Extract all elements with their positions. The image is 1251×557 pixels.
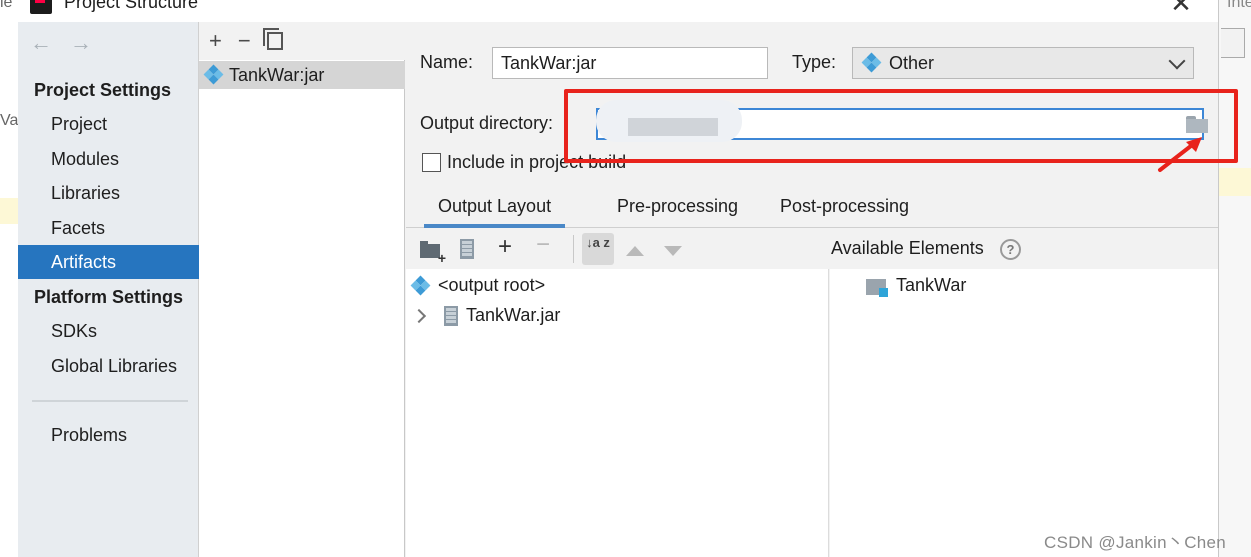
- platform-settings-heading: Platform Settings: [34, 287, 184, 307]
- tab-post-processing[interactable]: Post-processing: [766, 196, 923, 228]
- nav-item-facets[interactable]: Facets: [18, 211, 199, 245]
- artifacts-toolbar: + −: [199, 22, 405, 60]
- available-item-module[interactable]: TankWar: [866, 275, 967, 297]
- artifact-list-item[interactable]: TankWar:jar: [199, 61, 405, 89]
- name-label: Name:: [420, 52, 474, 72]
- nav-item-artifacts[interactable]: Artifacts: [18, 245, 199, 279]
- chevron-down-icon: [1168, 52, 1186, 70]
- output-root-icon: [410, 275, 431, 295]
- nav-item-modules[interactable]: Modules: [18, 142, 199, 176]
- artifact-item-label: TankWar:jar: [229, 64, 325, 85]
- available-item-label: TankWar: [896, 275, 967, 295]
- artifact-icon: [203, 64, 224, 85]
- tab-pre-processing[interactable]: Pre-processing: [603, 196, 752, 228]
- tree-item-label: <output root>: [438, 275, 546, 295]
- include-in-build-label: Include in project build: [447, 152, 627, 172]
- annotation-arrow-icon: [1158, 137, 1202, 172]
- type-label: Type:: [792, 52, 837, 72]
- bg-fragment-text: Inte: [1227, 0, 1251, 11]
- available-elements-tree: TankWar: [830, 269, 1218, 557]
- add-copy-of-icon[interactable]: +: [498, 233, 512, 261]
- output-layout-tree: <output root> TankWar.jar: [406, 269, 829, 557]
- background-ide-left: le Va: [0, 0, 18, 557]
- artifact-settings-panel: Name: Type: Other Output directory: Incl…: [406, 22, 1238, 557]
- browse-folder-icon[interactable]: [1186, 116, 1210, 134]
- nav-item-global-libraries[interactable]: Global Libraries: [18, 349, 199, 383]
- artifact-type-icon: [861, 52, 882, 73]
- tree-item-jar[interactable]: TankWar.jar: [411, 305, 561, 326]
- module-folder-icon: [866, 277, 888, 297]
- move-down-icon[interactable]: [664, 246, 682, 256]
- artifacts-list-panel: + − TankWar:jar: [199, 22, 405, 557]
- bg-fragment-text: le: [0, 0, 13, 11]
- toolbar-separator: [573, 235, 574, 263]
- nav-item-problems[interactable]: Problems: [18, 418, 199, 452]
- bg-combo-fragment: [1221, 28, 1245, 58]
- remove-artifact-icon[interactable]: −: [238, 28, 251, 54]
- watermark: CSDN @Jankin丶Chen: [1044, 533, 1227, 552]
- forward-arrow-icon[interactable]: →: [70, 30, 92, 56]
- jar-archive-icon: [444, 305, 458, 326]
- redacted-path-blur: [596, 100, 742, 142]
- intellij-app-icon: [30, 0, 52, 14]
- bg-fragment-text: Va: [0, 112, 19, 129]
- sort-elements-icon[interactable]: ↓a z: [582, 233, 614, 265]
- close-button[interactable]: ✕: [1168, 0, 1194, 16]
- type-select[interactable]: Other: [852, 47, 1194, 79]
- move-up-icon[interactable]: [626, 246, 644, 256]
- settings-nav: ← → Project Settings Project Modules Lib…: [18, 22, 199, 557]
- nav-item-libraries[interactable]: Libraries: [18, 176, 199, 210]
- nav-history-arrows: ← →: [30, 30, 92, 56]
- available-elements-label: Available Elements: [831, 238, 984, 258]
- project-settings-heading: Project Settings: [34, 80, 172, 100]
- dialog-title: Project Structure: [64, 0, 199, 12]
- project-structure-dialog: Project Structure ✕ ← → Project Settings…: [18, 0, 1238, 557]
- chevron-right-icon[interactable]: [411, 308, 427, 323]
- output-layout-toolbar: + − ↓a z: [406, 229, 1218, 269]
- remove-element-icon[interactable]: −: [536, 231, 550, 259]
- bg-highlight-line: [0, 198, 18, 224]
- background-ide-right: Inte: [1218, 0, 1251, 557]
- type-select-value: Other: [889, 52, 935, 73]
- copy-artifact-icon[interactable]: [262, 28, 283, 50]
- title-bar: Project Structure ✕: [18, 0, 1218, 22]
- tab-output-layout[interactable]: Output Layout: [424, 196, 566, 228]
- name-input[interactable]: [492, 47, 768, 79]
- tree-item-label: TankWar.jar: [466, 305, 561, 325]
- create-archive-icon[interactable]: [460, 239, 474, 259]
- bg-highlight-line: [1219, 168, 1251, 196]
- nav-item-sdks[interactable]: SDKs: [18, 314, 199, 348]
- nav-item-project[interactable]: Project: [18, 107, 199, 141]
- add-artifact-icon[interactable]: +: [209, 28, 222, 54]
- artifact-tabs: Output Layout Pre-processing Post-proces…: [406, 192, 1218, 228]
- back-arrow-icon[interactable]: ←: [30, 30, 52, 56]
- nav-separator: [32, 400, 188, 402]
- include-in-build-checkbox[interactable]: [422, 153, 441, 172]
- output-directory-label: Output directory:: [420, 113, 554, 133]
- help-icon[interactable]: ?: [1000, 239, 1021, 260]
- create-directory-icon[interactable]: [420, 241, 446, 266]
- tree-item-output-root[interactable]: <output root>: [410, 275, 546, 296]
